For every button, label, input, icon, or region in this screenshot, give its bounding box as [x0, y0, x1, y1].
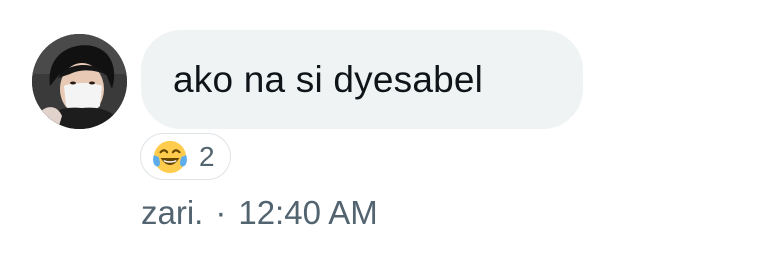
meta-separator: · — [215, 194, 227, 231]
message-timestamp: 12:40 AM — [238, 194, 378, 231]
sender-name[interactable]: zari. — [141, 194, 203, 232]
face-with-tears-of-joy-icon — [151, 138, 189, 176]
message-meta: zari. · 12:40 AM — [141, 194, 378, 232]
reaction-count: 2 — [199, 140, 215, 172]
message-text: ako na si dyesabel — [173, 58, 484, 100]
reaction-pill[interactable]: 2 — [140, 133, 231, 180]
message-bubble[interactable]: ako na si dyesabel — [141, 30, 583, 129]
avatar[interactable] — [32, 34, 127, 129]
avatar-photo — [32, 34, 127, 129]
